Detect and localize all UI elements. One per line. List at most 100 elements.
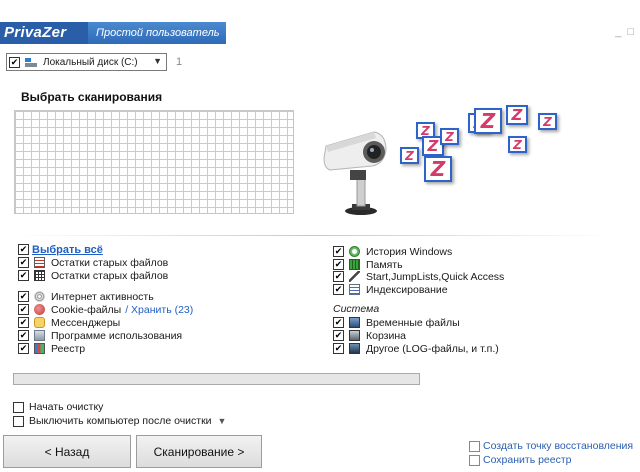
drive-checkbox[interactable]: ✔ <box>9 56 20 68</box>
start-cleanup-checkbox[interactable] <box>13 401 24 413</box>
maximize-button[interactable]: □ <box>627 26 634 38</box>
item-label: Корзина <box>366 329 406 342</box>
item-checkbox[interactable]: ✔ <box>18 291 29 302</box>
item-checkbox[interactable]: ✔ <box>333 271 344 282</box>
start-cleanup-label: Начать очистку <box>29 401 104 413</box>
keep-cookies-link[interactable]: / Хранить (23) <box>125 304 193 316</box>
item-label: История Windows <box>366 245 453 258</box>
file-icon <box>34 257 45 268</box>
drive-count: 1 <box>176 56 183 68</box>
save-registry-label: Сохранить реестр <box>483 454 572 466</box>
item-label: Программе использования <box>51 329 183 342</box>
item-checkbox[interactable]: ✔ <box>18 317 29 328</box>
item-label: Интернет активность <box>51 290 154 303</box>
security-camera-icon <box>323 131 387 215</box>
item-checkbox[interactable]: ✔ <box>18 257 29 268</box>
list-item[interactable]: ✔ Временные файлы <box>333 316 460 329</box>
start-cleanup-option[interactable]: Начать очистку <box>13 401 103 413</box>
drive-icon <box>25 57 39 67</box>
messenger-icon <box>34 317 45 328</box>
drive-dropdown[interactable]: ✔ Локальный диск (C:) ▼ <box>6 53 167 71</box>
user-mode-label[interactable]: Простой пользователь <box>96 22 220 44</box>
list-item[interactable]: ✔ Программе использования <box>18 329 182 342</box>
z-badge-icon: Z <box>538 113 557 130</box>
scan-grid <box>14 110 294 214</box>
z-badge-icon: Z <box>440 128 459 145</box>
recycle-bin-icon <box>349 330 360 341</box>
divider <box>14 235 614 236</box>
scan-progress-bar <box>13 373 420 385</box>
select-all-link[interactable]: Выбрать всё <box>32 244 103 256</box>
log-files-icon <box>349 343 360 354</box>
grid-file-icon <box>34 270 45 281</box>
app-logo: PrivaZer <box>0 22 88 44</box>
list-item[interactable]: ✔ Корзина <box>333 329 406 342</box>
restore-point-option[interactable]: Создать точку восстановления <box>469 440 633 452</box>
list-item[interactable]: ✔ Остатки старых файлов <box>18 256 168 269</box>
camera-illustration: Z Z Z Z Z Z Z Z Z Z <box>320 100 570 220</box>
item-checkbox[interactable]: ✔ <box>18 304 29 315</box>
list-item[interactable]: ✔ Другое (LOG-файлы, и т.п.) <box>333 342 499 355</box>
registry-icon <box>34 343 45 354</box>
list-item[interactable]: ✔ Остатки старых файлов <box>18 269 168 282</box>
history-icon <box>349 246 360 257</box>
list-item[interactable]: ✔ Start,JumpLists,Quick Access <box>333 270 504 283</box>
list-item[interactable]: ✔ Индексирование <box>333 283 448 296</box>
list-item[interactable]: ✔ Реестр <box>18 342 85 355</box>
save-registry-option[interactable]: Сохранить реестр <box>469 454 572 466</box>
list-item[interactable]: ✔ Cookie-файлы / Хранить (23) <box>18 303 193 316</box>
memory-icon <box>349 259 360 270</box>
item-checkbox[interactable]: ✔ <box>18 330 29 341</box>
list-item[interactable]: ✔ Мессенджеры <box>18 316 120 329</box>
shutdown-option[interactable]: Выключить компьютер после очистки ▼ <box>13 415 226 427</box>
system-section-label: Система <box>333 303 380 315</box>
item-label: Остатки старых файлов <box>51 256 169 269</box>
item-label: Мессенджеры <box>51 316 121 329</box>
chevron-down-icon[interactable]: ▼ <box>153 56 162 66</box>
item-label: Остатки старых файлов <box>51 269 169 282</box>
jumplist-icon <box>349 271 360 282</box>
back-button[interactable]: < Назад <box>3 435 131 468</box>
shutdown-label: Выключить компьютер после очистки <box>29 415 212 427</box>
cookie-icon <box>34 304 45 315</box>
item-checkbox[interactable]: ✔ <box>333 284 344 295</box>
z-badge-icon: Z <box>424 156 452 182</box>
item-checkbox[interactable]: ✔ <box>333 317 344 328</box>
item-checkbox[interactable]: ✔ <box>18 343 29 354</box>
item-checkbox[interactable]: ✔ <box>333 343 344 354</box>
z-badge-icon: Z <box>400 147 419 164</box>
restore-point-checkbox[interactable] <box>469 440 480 452</box>
save-registry-checkbox[interactable] <box>469 454 480 466</box>
item-label: Другое (LOG-файлы, и т.п.) <box>366 342 499 355</box>
scan-button[interactable]: Сканирование > <box>136 435 262 468</box>
item-label: Start,JumpLists,Quick Access <box>366 270 505 283</box>
title-bar: PrivaZer Простой пользователь _ □ <box>0 0 640 44</box>
item-checkbox[interactable]: ✔ <box>18 270 29 281</box>
window-controls: _ □ <box>615 26 634 38</box>
item-label: Cookie-файлы <box>51 303 122 316</box>
z-badge-icon: Z <box>474 108 502 134</box>
item-label: Индексирование <box>366 283 448 296</box>
list-item[interactable]: ✔ История Windows <box>333 245 452 258</box>
drive-label: Локальный диск (C:) <box>43 56 138 68</box>
scan-title: Выбрать сканирования <box>21 90 163 104</box>
item-checkbox[interactable]: ✔ <box>333 246 344 257</box>
program-usage-icon <box>34 330 45 341</box>
z-badge-icon: Z <box>506 105 528 125</box>
shutdown-checkbox[interactable] <box>13 415 24 427</box>
item-checkbox[interactable]: ✔ <box>333 259 344 270</box>
select-all-row[interactable]: ✔ Выбрать всё <box>18 243 103 256</box>
z-badge-icon: Z <box>508 136 527 153</box>
item-label: Реестр <box>51 342 86 355</box>
restore-point-label: Создать точку восстановления <box>483 440 634 452</box>
drive-row: ✔ Локальный диск (C:) ▼ 1 <box>6 53 182 71</box>
item-checkbox[interactable]: ✔ <box>333 330 344 341</box>
select-all-checkbox[interactable]: ✔ <box>18 244 29 255</box>
item-label: Временные файлы <box>366 316 460 329</box>
fingerprint-icon <box>34 291 45 302</box>
index-icon <box>349 284 360 295</box>
list-item[interactable]: ✔ Интернет активность <box>18 290 154 303</box>
minimize-button[interactable]: _ <box>615 26 621 38</box>
item-label: Память <box>366 258 403 271</box>
chevron-down-icon[interactable]: ▼ <box>218 416 227 426</box>
